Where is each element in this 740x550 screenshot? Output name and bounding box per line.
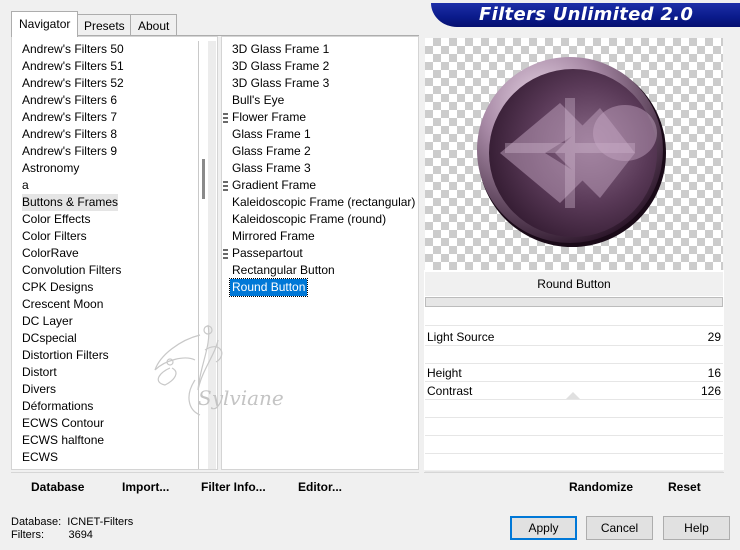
filter-item[interactable]: 3D Glass Frame 2 [232, 58, 329, 75]
preset-marker-icon [223, 249, 228, 259]
param-light-source[interactable]: Light Source 29 [425, 328, 723, 346]
preview-round-button [477, 57, 666, 247]
cancel-button[interactable]: Cancel [586, 516, 653, 540]
category-item[interactable]: Convolution Filters [22, 262, 121, 279]
category-item[interactable]: ECWS halftone [22, 432, 104, 449]
category-scrollbar-thumb[interactable] [202, 159, 205, 199]
filter-item[interactable]: Glass Frame 3 [232, 160, 311, 177]
app-title-banner: Filters Unlimited 2.0 [431, 3, 740, 27]
category-item[interactable]: Andrew's Filters 51 [22, 58, 124, 75]
reset-button[interactable]: Reset [668, 480, 701, 494]
filter-item[interactable]: Glass Frame 1 [232, 126, 311, 143]
filter-info-button[interactable]: Filter Info... [201, 480, 266, 494]
category-item[interactable]: ColorRave [22, 245, 79, 262]
param-row-empty [425, 400, 723, 418]
category-item[interactable]: DC Layer [22, 313, 73, 330]
randomize-button[interactable]: Randomize [569, 480, 633, 494]
filter-item[interactable]: Kaleidoscopic Frame (round) [232, 211, 386, 228]
category-item[interactable]: Déformations [22, 398, 93, 415]
filter-item[interactable]: Kaleidoscopic Frame (rectangular) [232, 194, 415, 211]
param-label: Height [427, 366, 462, 380]
category-item[interactable]: Andrew's Filters 7 [22, 109, 117, 126]
param-label: Contrast [427, 384, 473, 398]
category-item[interactable]: Divers [22, 381, 56, 398]
param-row-empty [425, 454, 723, 472]
category-item[interactable]: Andrew's Filters 9 [22, 143, 117, 160]
category-item[interactable]: DCspecial [22, 330, 77, 347]
filter-item[interactable]: Passepartout [232, 245, 303, 262]
svg-text:Sylviane: Sylviane [198, 386, 284, 410]
param-row-empty [425, 436, 723, 454]
category-item[interactable]: Astronomy [22, 160, 79, 177]
filter-item[interactable]: Round Button [228, 278, 309, 297]
filter-item[interactable]: Glass Frame 2 [232, 143, 311, 160]
status-filters: Filters: 3694 [11, 529, 93, 541]
filter-item[interactable]: Bull's Eye [232, 92, 284, 109]
category-item[interactable]: Distortion Filters [22, 347, 109, 364]
status-database: Database: ICNET-Filters [11, 516, 134, 528]
filter-item[interactable]: Flower Frame [232, 109, 306, 126]
preview-filter-name: Round Button [425, 272, 723, 296]
param-value: 16 [707, 366, 721, 380]
category-item[interactable]: Crescent Moon [22, 296, 103, 313]
apply-button[interactable]: Apply [510, 516, 577, 540]
preview-area [425, 38, 723, 270]
watermark-signature: Sylviane [154, 324, 284, 416]
filter-item[interactable]: Rectangular Button [232, 262, 335, 279]
slider-marker-icon[interactable] [566, 392, 580, 399]
category-item[interactable]: Distort [22, 364, 57, 381]
database-button[interactable]: Database [31, 480, 84, 494]
category-item[interactable]: ECWS Contour [22, 415, 104, 432]
category-item[interactable]: Andrew's Filters 8 [22, 126, 117, 143]
tab-presets[interactable]: Presets [76, 14, 133, 36]
param-value: 126 [700, 384, 721, 398]
preset-marker-icon [223, 181, 228, 191]
import-button[interactable]: Import... [122, 480, 169, 494]
progress-bar [425, 297, 723, 307]
editor-button[interactable]: Editor... [298, 480, 342, 494]
category-item[interactable]: Color Filters [22, 228, 87, 245]
tab-about[interactable]: About [130, 14, 178, 36]
preset-marker-icon [223, 113, 228, 123]
filter-item[interactable]: 3D Glass Frame 3 [232, 75, 329, 92]
category-item[interactable]: a [22, 177, 29, 194]
param-row-empty [425, 418, 723, 436]
tab-navigator[interactable]: Navigator [11, 11, 79, 37]
category-item[interactable]: Buttons & Frames [22, 194, 119, 211]
param-height[interactable]: Height 16 [425, 364, 723, 382]
filter-item[interactable]: 3D Glass Frame 1 [232, 41, 329, 58]
filter-item[interactable]: Gradient Frame [232, 177, 316, 194]
category-item[interactable]: ECWS [22, 449, 58, 466]
category-item[interactable]: Andrew's Filters 52 [22, 75, 124, 92]
category-item[interactable]: Color Effects [22, 211, 90, 228]
category-item[interactable]: Andrew's Filters 6 [22, 92, 117, 109]
param-row-empty [425, 308, 723, 326]
help-button[interactable]: Help [663, 516, 730, 540]
category-item[interactable]: CPK Designs [22, 279, 93, 296]
param-row-empty [425, 346, 723, 364]
param-label: Light Source [427, 330, 495, 344]
param-value: 29 [707, 330, 721, 344]
category-item[interactable]: Andrew's Filters 50 [22, 41, 124, 58]
filter-item[interactable]: Mirrored Frame [232, 228, 315, 245]
